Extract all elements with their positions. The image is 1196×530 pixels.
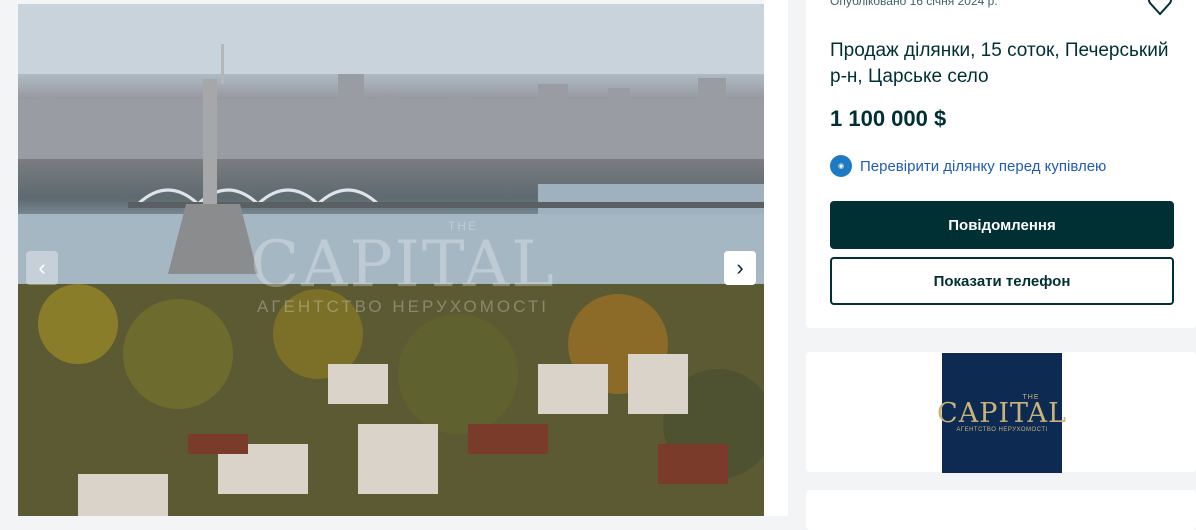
agency-card: THE CAPITAL АГЕНТСТВО НЕРУХОМОСТІ — [806, 352, 1196, 473]
kyiv-lands-logo-icon: ◉ — [830, 155, 852, 177]
check-plot-link[interactable]: Перевірити ділянку перед купівлею — [860, 158, 1106, 175]
agency-logo[interactable]: THE CAPITAL АГЕНТСТВО НЕРУХОМОСТІ — [937, 353, 1066, 473]
watermark-brand: CAPITAL — [250, 228, 556, 302]
message-button[interactable]: Повідомлення — [830, 201, 1174, 249]
heart-outline-icon[interactable] — [1146, 0, 1174, 18]
gallery-next-button[interactable]: › — [724, 251, 756, 285]
watermark-subtitle: АГЕНТСТВО НЕРУХОМОСТІ — [257, 297, 549, 316]
gallery-prev-button[interactable]: ‹ — [26, 251, 58, 285]
chevron-right-icon: › — [736, 255, 744, 280]
chevron-left-icon: ‹ — [38, 255, 46, 280]
published-date: Опубліковано 16 січня 2024 р. — [830, 0, 998, 8]
listing-card: Опубліковано 16 січня 2024 р. Продаж діл… — [806, 0, 1196, 328]
check-plot-row[interactable]: ◉ Перевірити ділянку перед купівлею — [830, 155, 1106, 177]
show-phone-button[interactable]: Показати телефон — [830, 257, 1174, 305]
listing-title: Продаж ділянки, 15 соток, Печерський р-н… — [830, 40, 1169, 87]
agency-logo-subtitle: АГЕНТСТВО НЕРУХОМОСТІ — [956, 426, 1048, 433]
photo-gallery[interactable]: THE CAPITAL АГЕНТСТВО НЕРУХОМОСТІ ‹ › — [18, 4, 764, 516]
photo-watermark: THE CAPITAL АГЕНТСТВО НЕРУХОМОСТІ — [213, 219, 593, 317]
agency-logo-brand: CAPITAL — [937, 397, 1067, 429]
listing-price: 1 100 000 $ — [830, 106, 947, 131]
layout-gap — [764, 0, 788, 516]
next-card — [806, 490, 1196, 530]
